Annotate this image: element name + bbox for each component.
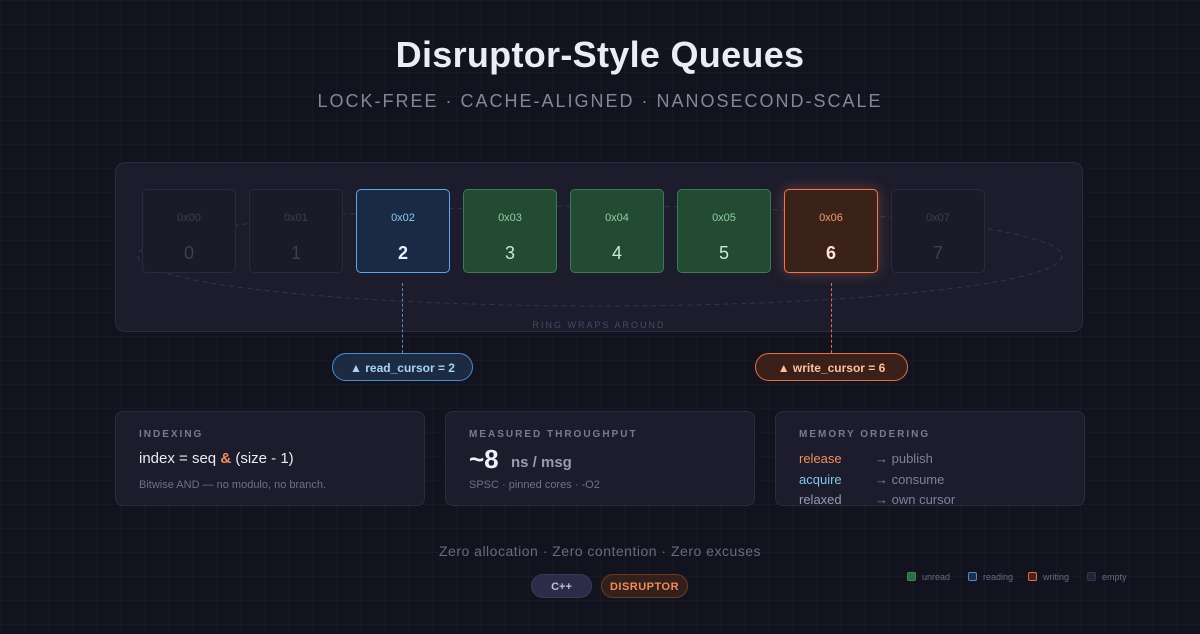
- legend-item-empty: empty: [1087, 572, 1127, 582]
- ordering-desc: → publish: [875, 451, 933, 466]
- legend-swatch: [907, 572, 916, 581]
- slot-index: 4: [611, 243, 622, 263]
- formula-left: index = seq: [139, 450, 217, 467]
- slot-address: 0x00: [177, 212, 201, 224]
- read-cursor-pill: ▲ read_cursor = 2: [332, 353, 473, 381]
- slot-index: 0: [183, 243, 194, 263]
- legend-item-reading: reading: [968, 572, 1013, 582]
- ring-slot-writing: 0x06 6: [784, 189, 878, 273]
- ring-slot-empty: 0x00 0: [142, 189, 236, 273]
- formula-right: (size - 1): [235, 450, 294, 467]
- read-cursor-line: [402, 283, 403, 353]
- indexing-card: INDEXING index = seq & (size - 1) Bitwis…: [115, 411, 425, 506]
- write-cursor-line: [831, 283, 832, 353]
- memory-ordering-label: MEMORY ORDERING: [799, 429, 931, 440]
- memory-ordering-card: MEMORY ORDERING release → publish acquire…: [775, 411, 1085, 507]
- slot-index: 7: [932, 243, 943, 263]
- slot-address: 0x01: [284, 212, 308, 224]
- legend-swatch: [1028, 572, 1037, 581]
- indexing-formula: index = seq & (size - 1): [139, 450, 294, 467]
- ordering-row-release: release → publish: [799, 451, 933, 466]
- legend-label: unread: [922, 572, 951, 582]
- slot-address: 0x04: [605, 212, 629, 224]
- tagline: Zero allocation · Zero contention · Zero…: [438, 543, 762, 559]
- slot-index: 2: [397, 243, 408, 263]
- legend-label: empty: [1102, 572, 1127, 582]
- throughput-card: MEASURED THROUGHPUT ~8 ns / msg SPSC · p…: [445, 411, 755, 506]
- slot-index: 5: [718, 243, 729, 263]
- ring-slot-unread: 0x03 3: [463, 189, 557, 273]
- legend-label: reading: [983, 572, 1014, 582]
- ring-slot-unread: 0x04 4: [570, 189, 664, 273]
- ring-wrap-label: RING WRAPS AROUND: [532, 320, 666, 330]
- throughput-value: ~8: [469, 444, 499, 474]
- throughput-unit: ns / msg: [511, 454, 572, 471]
- ring-slot-empty: 0x07 7: [891, 189, 985, 273]
- ring-buffer-panel: 0x00 0 0x01 1 0x02 2 0x03 3 0x04 4 0x05 5 0x06 6 0x07 7…: [115, 162, 1083, 332]
- throughput-note: SPSC · pinned cores · -O2: [469, 479, 600, 491]
- ordering-name: relaxed: [799, 492, 842, 507]
- ordering-desc: → own cursor: [875, 492, 956, 507]
- legend-swatch: [968, 572, 977, 581]
- ordering-name: acquire: [799, 472, 842, 487]
- ordering-row-acquire: acquire → consume: [799, 472, 944, 487]
- disruptor-badge: DISRUPTOR: [601, 574, 688, 598]
- slot-address: 0x03: [498, 212, 522, 224]
- page-subtitle: LOCK-FREE · CACHE-ALIGNED · NANOSECOND-S…: [317, 91, 883, 111]
- slot-index: 6: [825, 243, 836, 263]
- cpp-badge: C++: [531, 574, 592, 598]
- slot-address: 0x06: [819, 212, 843, 224]
- ring-slot-reading: 0x02 2: [356, 189, 450, 273]
- slot-address: 0x02: [391, 212, 415, 224]
- ring-slot-unread: 0x05 5: [677, 189, 771, 273]
- ordering-name: release: [799, 451, 842, 466]
- ring-slot-empty: 0x01 1: [249, 189, 343, 273]
- throughput-label: MEASURED THROUGHPUT: [469, 429, 638, 440]
- page-title: Disruptor-Style Queues: [395, 34, 805, 75]
- legend-item-unread: unread: [907, 572, 950, 582]
- slot-address: 0x05: [712, 212, 736, 224]
- ordering-desc: → consume: [875, 472, 945, 487]
- slot-index: 1: [290, 243, 301, 263]
- write-cursor-pill: ▲ write_cursor = 6: [755, 353, 908, 381]
- slot-index: 3: [504, 243, 515, 263]
- slot-address: 0x07: [926, 212, 950, 224]
- indexing-label: INDEXING: [139, 429, 204, 440]
- formula-operator: &: [220, 450, 232, 467]
- ordering-row-relaxed: relaxed → own cursor: [799, 492, 955, 507]
- legend-item-writing: writing: [1028, 572, 1069, 582]
- legend-label: writing: [1043, 572, 1070, 582]
- indexing-note: Bitwise AND — no modulo, no branch.: [139, 479, 327, 491]
- legend-swatch: [1087, 572, 1096, 581]
